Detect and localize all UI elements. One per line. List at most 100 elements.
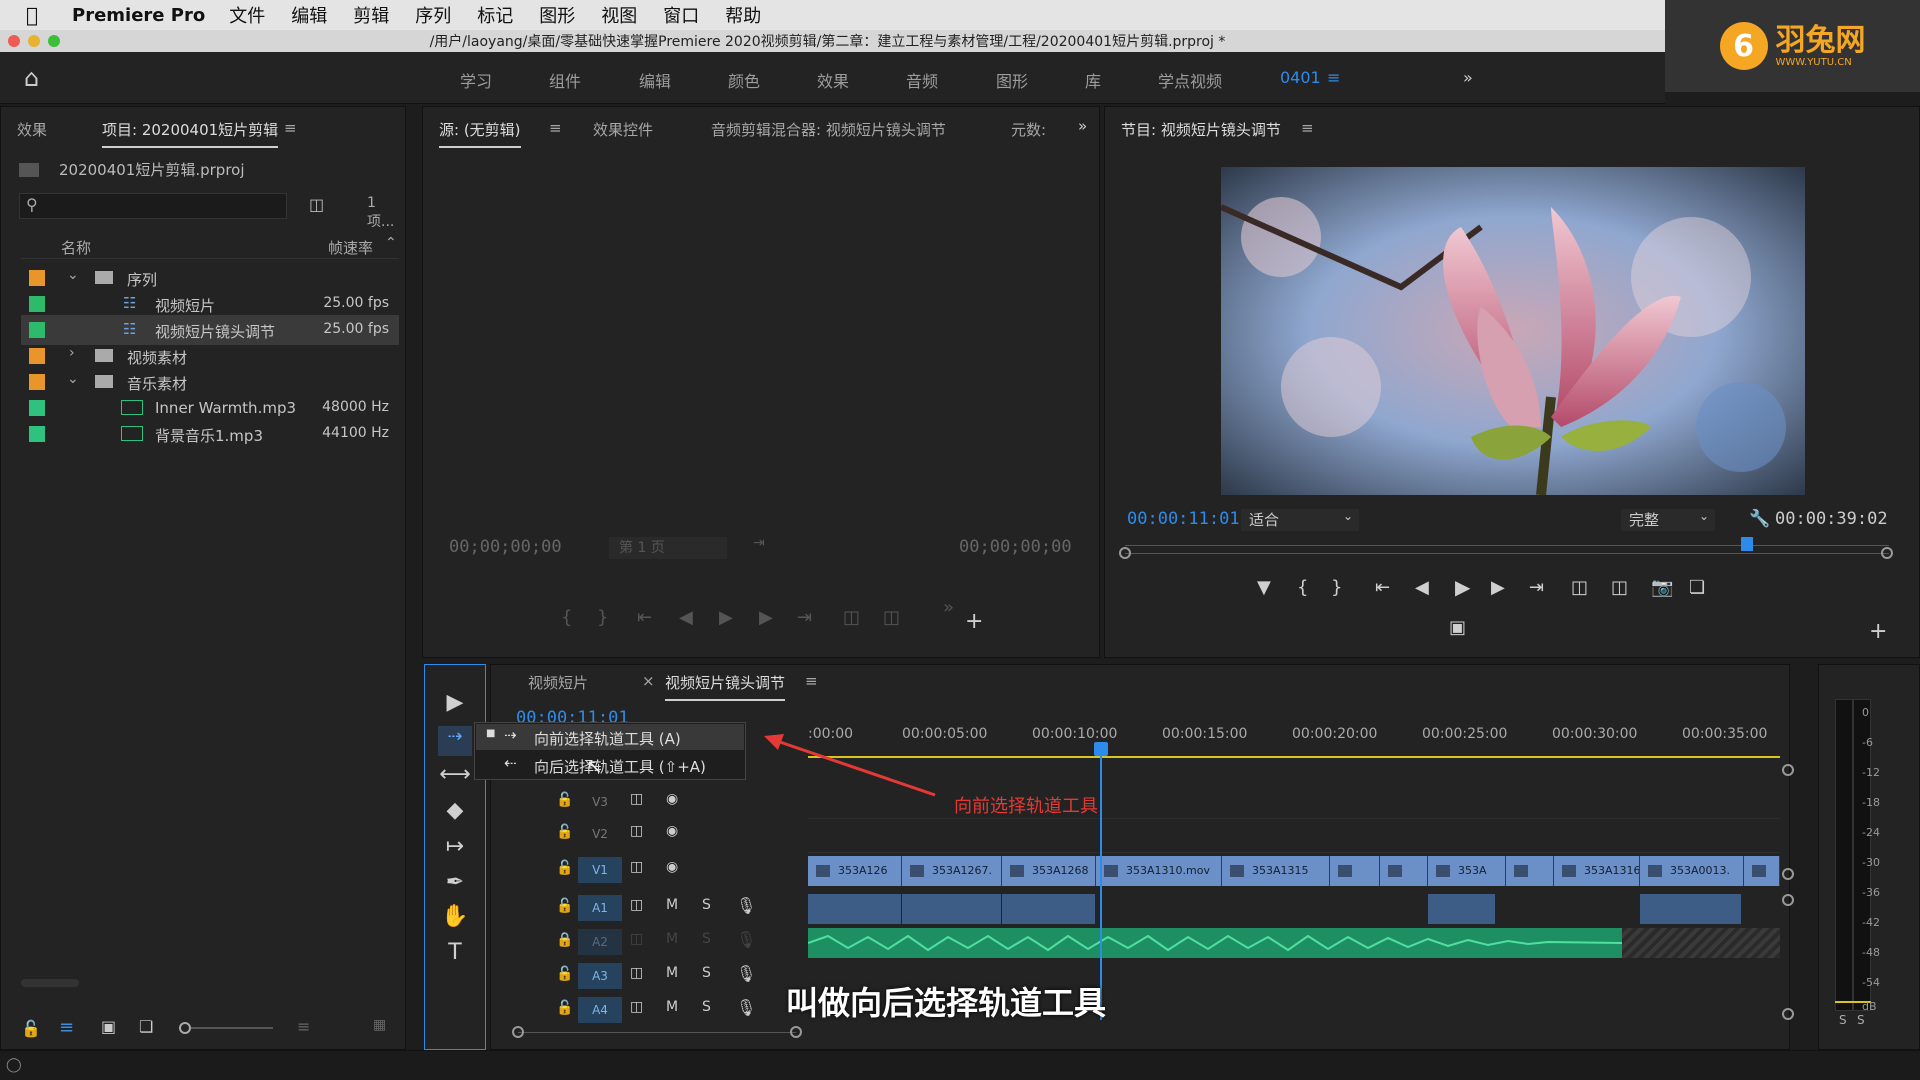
workspace-graphics[interactable]: 图形 (996, 68, 1028, 92)
chevron-down-icon[interactable]: ⌄ (67, 371, 79, 387)
track-scroll-handle[interactable] (1782, 868, 1794, 880)
tab-metadata[interactable]: 元数: (1011, 119, 1046, 140)
close-tab-icon[interactable]: × (642, 672, 655, 690)
lock-icon[interactable]: 🔓 (556, 860, 573, 876)
minimize-window-button[interactable] (28, 35, 40, 47)
home-icon[interactable]: ⌂ (24, 64, 39, 92)
menu-sequence[interactable]: 序列 (415, 2, 451, 28)
solo-button[interactable]: S (702, 897, 711, 913)
sync-lock-icon[interactable]: ◫ (630, 965, 643, 981)
workspace-assembly[interactable]: 组件 (549, 68, 581, 92)
sync-lock-icon[interactable]: ◫ (630, 999, 643, 1015)
menu-clip[interactable]: 剪辑 (353, 2, 389, 28)
go-to-out-icon[interactable]: ⇥ (797, 607, 812, 628)
menu-window[interactable]: 窗口 (663, 2, 699, 28)
new-bin-icon[interactable]: ◫ (309, 195, 324, 214)
scroll-start-handle[interactable] (512, 1026, 524, 1038)
workspace-color[interactable]: 颜色 (728, 68, 760, 92)
fit-select[interactable]: 适合 ⌄ (1241, 509, 1359, 531)
tab-effect-controls[interactable]: 效果控件 (593, 119, 653, 140)
video-clip[interactable]: 353A (1428, 856, 1506, 886)
track-label[interactable]: V3 (578, 789, 622, 815)
program-zoom-bar[interactable] (1125, 553, 1889, 554)
program-menu-icon[interactable]: ≡ (1301, 119, 1314, 137)
go-to-out-icon[interactable]: ⇥ (1529, 577, 1544, 598)
solo-button[interactable]: S (702, 999, 711, 1015)
play-icon[interactable]: ▶ (719, 607, 733, 628)
workspace-learn-video[interactable]: 学点视频 (1158, 68, 1222, 92)
quality-select[interactable]: 完整 ⌄ (1621, 509, 1715, 531)
add-button-icon[interactable]: + (965, 609, 983, 634)
source-timecode[interactable]: 00;00;00;00 (449, 537, 562, 557)
settings-icon[interactable]: ⇥ (753, 535, 765, 551)
lift-icon[interactable]: ◫ (1571, 577, 1588, 598)
video-clip[interactable] (1744, 856, 1780, 886)
menu-edit[interactable]: 编辑 (291, 2, 327, 28)
mark-in-icon[interactable]: { (1297, 577, 1308, 598)
sync-lock-icon[interactable]: ◫ (630, 791, 643, 807)
workspace-menu-icon[interactable]: ≡ (1327, 68, 1340, 87)
close-window-button[interactable] (8, 35, 20, 47)
ripple-edit-tool-icon[interactable]: ⟷ (438, 762, 472, 792)
lock-icon[interactable]: 🔓 (556, 1000, 573, 1016)
step-forward-icon[interactable]: ▶ (759, 607, 773, 628)
more-workspaces-icon[interactable]: » (1463, 68, 1473, 87)
lock-icon[interactable]: 🔓 (556, 824, 573, 840)
mute-button[interactable]: M (666, 931, 678, 947)
workspace-learn[interactable]: 学习 (460, 68, 492, 92)
lock-icon[interactable]: 🔓 (556, 966, 573, 982)
project-panel-menu-icon[interactable]: ≡ (284, 119, 297, 137)
audio-clip[interactable] (808, 894, 902, 924)
razor-tool-icon[interactable]: ◆ (438, 798, 472, 828)
menu-item-forward-track-select[interactable]: ■ ⇢ 向前选择轨道工具 (A) (476, 724, 744, 750)
track-label[interactable]: A1 (578, 895, 622, 921)
list-item[interactable]: 背景音乐1.mp3 44100 Hz (21, 419, 399, 449)
pen-tool-icon[interactable]: ✒ (438, 870, 472, 900)
maximize-window-button[interactable] (48, 35, 60, 47)
status-icon[interactable]: ◯ (6, 1057, 22, 1073)
safe-margins-icon[interactable]: ▣ (1449, 617, 1466, 638)
video-clip[interactable]: 353A1316 (1554, 856, 1640, 886)
zoom-slider[interactable] (179, 1022, 273, 1034)
chevron-down-icon[interactable]: ⌄ (67, 267, 79, 283)
eye-icon[interactable]: ◉ (666, 791, 678, 807)
video-clip[interactable]: 353A1310.mov (1096, 856, 1222, 886)
audio-scroll-handle[interactable] (1782, 894, 1794, 906)
marker-icon[interactable]: { (561, 607, 572, 628)
mute-button[interactable]: M (666, 965, 678, 981)
add-marker-icon[interactable]: ▼ (1257, 577, 1271, 598)
step-forward-icon[interactable]: ▶ (1491, 577, 1505, 598)
lock-icon[interactable]: 🔓 (21, 1019, 41, 1038)
mark-out-icon[interactable]: } (597, 607, 608, 628)
video-clip[interactable] (1506, 856, 1554, 886)
column-name[interactable]: 名称 (61, 237, 91, 258)
tab-timeline-1[interactable]: 视频短片 (528, 672, 588, 693)
video-clip[interactable]: 353A126 (808, 856, 902, 886)
comparison-view-icon[interactable]: ❏ (1689, 577, 1705, 598)
video-clip[interactable]: 353A1268 (1002, 856, 1096, 886)
chevron-right-icon[interactable]: › (69, 345, 75, 361)
tab-effects[interactable]: 效果 (17, 119, 47, 140)
video-clip[interactable]: 353A0013. (1640, 856, 1744, 886)
playhead-marker[interactable] (1741, 537, 1753, 551)
source-menu-icon[interactable]: ≡ (549, 119, 562, 137)
type-tool-icon[interactable]: T (438, 940, 472, 970)
microphone-icon[interactable]: 🎙 (736, 998, 756, 1017)
sync-lock-icon[interactable]: ◫ (630, 859, 643, 875)
lock-icon[interactable]: 🔓 (556, 792, 573, 808)
timeline-horizontal-scrollbar[interactable] (518, 1032, 796, 1033)
go-to-in-icon[interactable]: ⇤ (637, 607, 652, 628)
play-button-icon[interactable]: ▶ (1455, 575, 1470, 599)
track-label[interactable]: A4 (578, 997, 622, 1023)
sync-lock-icon[interactable]: ◫ (630, 823, 643, 839)
scroll-end-handle[interactable] (790, 1026, 802, 1038)
audio-clip[interactable] (902, 894, 1002, 924)
video-clip[interactable]: 353A1315 (1222, 856, 1330, 886)
list-view-icon[interactable]: ≡ (59, 1017, 74, 1038)
track-select-forward-tool-icon[interactable]: ⇢ (438, 726, 472, 756)
freeform-view-icon[interactable]: ❏ (139, 1017, 153, 1036)
tab-audio-clip-mixer[interactable]: 音频剪辑混合器: 视频短片镜头调节 (711, 119, 946, 140)
workspace-audio[interactable]: 音频 (906, 68, 938, 92)
solo-button[interactable]: S (702, 931, 711, 947)
timeline-menu-icon[interactable]: ≡ (805, 672, 818, 690)
